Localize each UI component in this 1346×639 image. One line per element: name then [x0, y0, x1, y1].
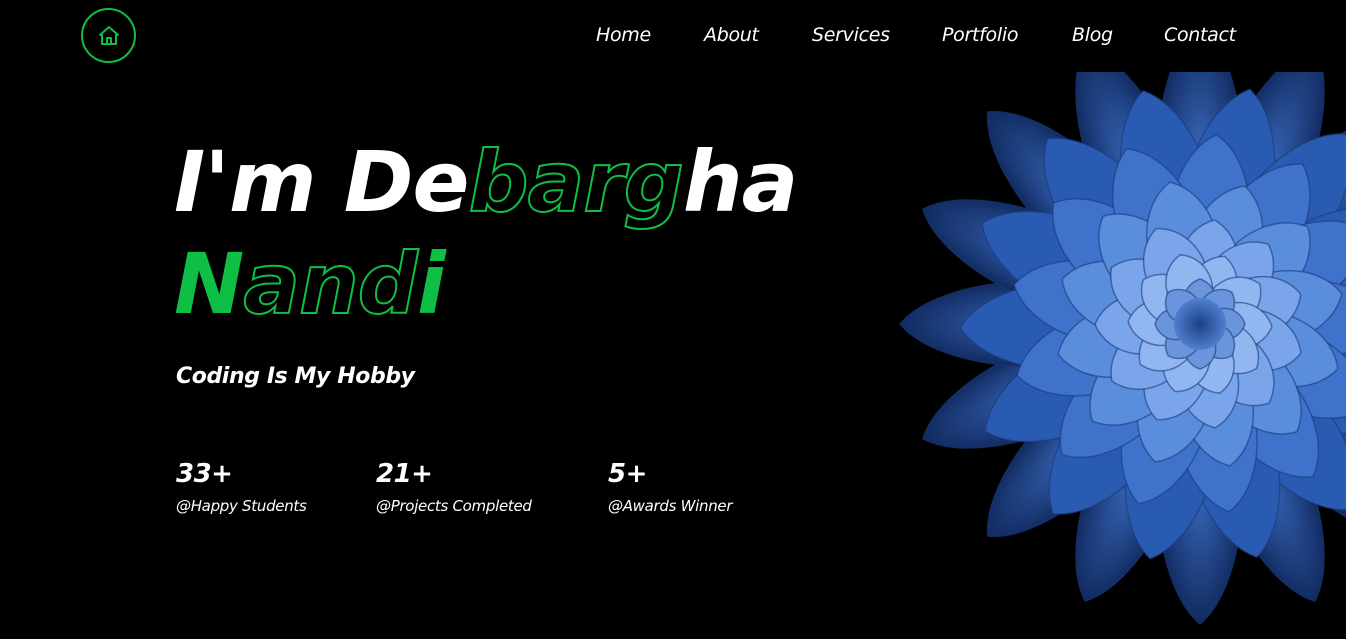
- nav-services[interactable]: Services: [812, 24, 890, 46]
- stat-happy-students: 33+ @Happy Students: [176, 458, 307, 515]
- hero-surname-suffix: i: [416, 235, 446, 333]
- nav-about[interactable]: About: [704, 24, 759, 46]
- nav-blog[interactable]: Blog: [1072, 24, 1113, 46]
- hero-surname-outlined: and: [242, 235, 419, 333]
- stat-label: @Happy Students: [176, 497, 307, 515]
- stat-label: @Awards Winner: [608, 497, 733, 515]
- stat-projects-completed: 21+ @Projects Completed: [376, 458, 532, 515]
- hero-name-prefix: I'm De: [174, 133, 469, 231]
- page: Home About Services Portfolio Blog Conta…: [0, 0, 1346, 639]
- flower-center: [1174, 298, 1226, 350]
- nav-portfolio[interactable]: Portfolio: [942, 24, 1018, 46]
- main-nav: Home About Services Portfolio Blog Conta…: [596, 22, 1256, 50]
- hero-name-line-2: Nandi: [174, 241, 446, 327]
- home-icon: [98, 25, 119, 45]
- hero-name-suffix: ha: [682, 133, 798, 231]
- nav-home[interactable]: Home: [596, 24, 651, 46]
- hero-surname-initial: N: [174, 235, 244, 333]
- home-logo-button[interactable]: [81, 8, 136, 63]
- stat-value: 21+: [376, 459, 433, 489]
- hero-flower-image: [860, 72, 1346, 639]
- stat-awards-winner: 5+ @Awards Winner: [608, 458, 733, 515]
- hero-name-outlined: barg: [467, 133, 684, 231]
- stat-value: 33+: [176, 459, 233, 489]
- hero-name-line-1: I'm Debargha: [174, 139, 798, 225]
- stat-label: @Projects Completed: [376, 497, 532, 515]
- stat-value: 5+: [608, 459, 647, 489]
- nav-contact[interactable]: Contact: [1164, 24, 1236, 46]
- hero-tagline: Coding Is My Hobby: [176, 364, 415, 389]
